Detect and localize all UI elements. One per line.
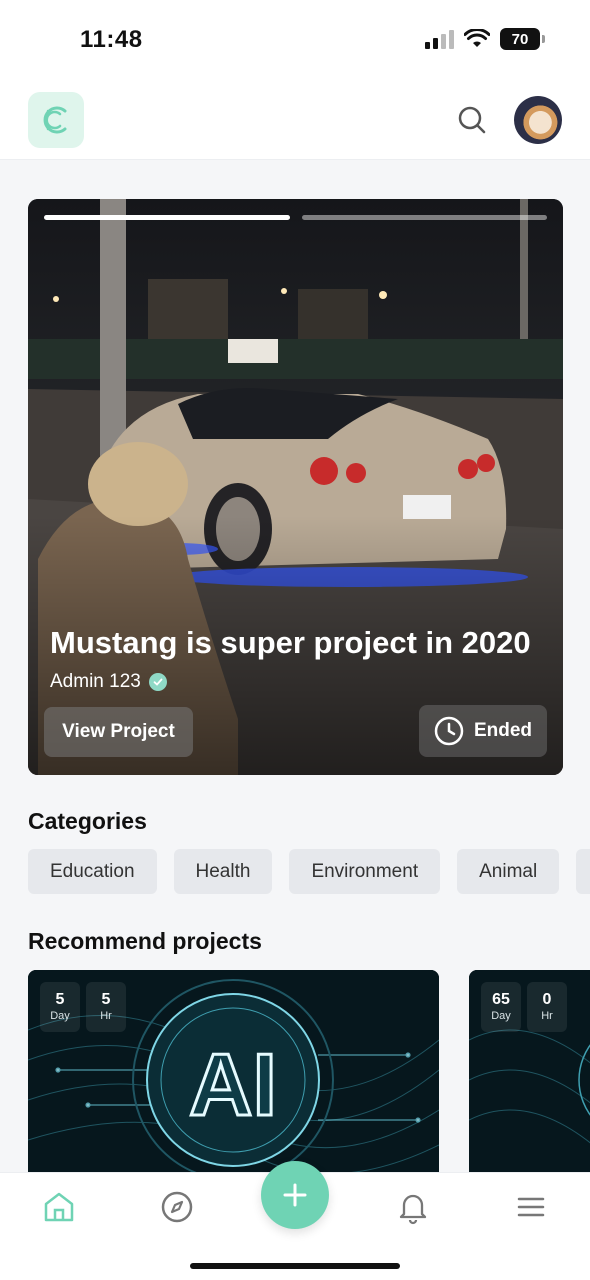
nav-notifications[interactable] bbox=[395, 1189, 431, 1225]
countdown-hours-unit: Hr bbox=[541, 1010, 553, 1022]
search-icon bbox=[458, 106, 486, 134]
nav-explore[interactable] bbox=[159, 1189, 195, 1225]
story-progress bbox=[44, 215, 547, 220]
countdown-hours-value: 0 bbox=[542, 991, 552, 1008]
project-card[interactable]: 65 Day 0 Hr bbox=[469, 970, 590, 1180]
countdown-days: 5 Day bbox=[40, 982, 80, 1032]
battery-level: 70 bbox=[511, 30, 529, 48]
clock-icon bbox=[434, 716, 464, 746]
verified-badge-icon bbox=[148, 673, 167, 691]
countdown-hours-value: 5 bbox=[101, 991, 111, 1008]
featured-project-title: Mustang is super project in 2020 bbox=[50, 625, 531, 660]
category-chip-more[interactable] bbox=[576, 849, 590, 894]
category-chip-education[interactable]: Education bbox=[28, 849, 157, 894]
bell-icon bbox=[399, 1194, 427, 1225]
status-icons: 70 bbox=[425, 28, 545, 50]
view-project-button[interactable]: View Project bbox=[44, 707, 193, 757]
project-status-badge: Ended bbox=[419, 705, 547, 757]
nav-menu[interactable] bbox=[513, 1189, 549, 1225]
home-icon bbox=[44, 1192, 74, 1222]
app-header bbox=[0, 80, 590, 160]
project-countdown: 5 Day 5 Hr bbox=[40, 982, 126, 1032]
featured-project-author: Admin 123 bbox=[50, 671, 167, 693]
avatar[interactable] bbox=[514, 96, 562, 144]
nav-home[interactable] bbox=[41, 1189, 77, 1225]
countdown-hours: 0 Hr bbox=[527, 982, 567, 1032]
cellular-signal-icon bbox=[425, 29, 454, 49]
recommend-projects-title: Recommend projects bbox=[28, 928, 262, 954]
countdown-days-unit: Day bbox=[491, 1010, 511, 1022]
search-button[interactable] bbox=[454, 102, 490, 138]
status-bar: 11:48 70 bbox=[0, 0, 590, 80]
project-card-ai-text: AI bbox=[189, 1035, 277, 1134]
compass-icon bbox=[161, 1191, 193, 1223]
featured-project-card[interactable]: Mustang is super project in 2020 Admin 1… bbox=[28, 199, 563, 775]
category-chip-animal[interactable]: Animal bbox=[457, 849, 560, 894]
home-indicator bbox=[190, 1263, 400, 1269]
author-name: Admin 123 bbox=[50, 671, 141, 692]
countdown-days-unit: Day bbox=[50, 1010, 70, 1022]
project-card[interactable]: AI 5 Day 5 Hr bbox=[28, 970, 439, 1180]
countdown-days-value: 65 bbox=[492, 991, 510, 1008]
category-chips: Education Health Environment Animal bbox=[28, 849, 590, 894]
countdown-days-value: 5 bbox=[55, 991, 65, 1008]
category-chip-health[interactable]: Health bbox=[173, 849, 273, 894]
menu-icon bbox=[517, 1197, 545, 1217]
project-countdown: 65 Day 0 Hr bbox=[481, 982, 567, 1032]
countdown-hours-unit: Hr bbox=[100, 1010, 112, 1022]
countdown-hours: 5 Hr bbox=[86, 982, 126, 1032]
status-time: 11:48 bbox=[80, 26, 143, 53]
bottom-navigation bbox=[0, 1161, 590, 1280]
project-status-text: Ended bbox=[473, 720, 533, 741]
countdown-days: 65 Day bbox=[481, 982, 521, 1032]
leaf-c-logo-icon[interactable] bbox=[28, 92, 84, 148]
create-project-button[interactable] bbox=[261, 1161, 329, 1229]
wifi-icon bbox=[464, 29, 490, 47]
plus-icon bbox=[283, 1183, 307, 1207]
battery-indicator: 70 bbox=[500, 28, 545, 50]
story-progress-segment bbox=[301, 215, 547, 220]
category-chip-environment[interactable]: Environment bbox=[289, 849, 441, 894]
story-progress-segment bbox=[44, 215, 290, 220]
categories-title: Categories bbox=[28, 808, 147, 834]
